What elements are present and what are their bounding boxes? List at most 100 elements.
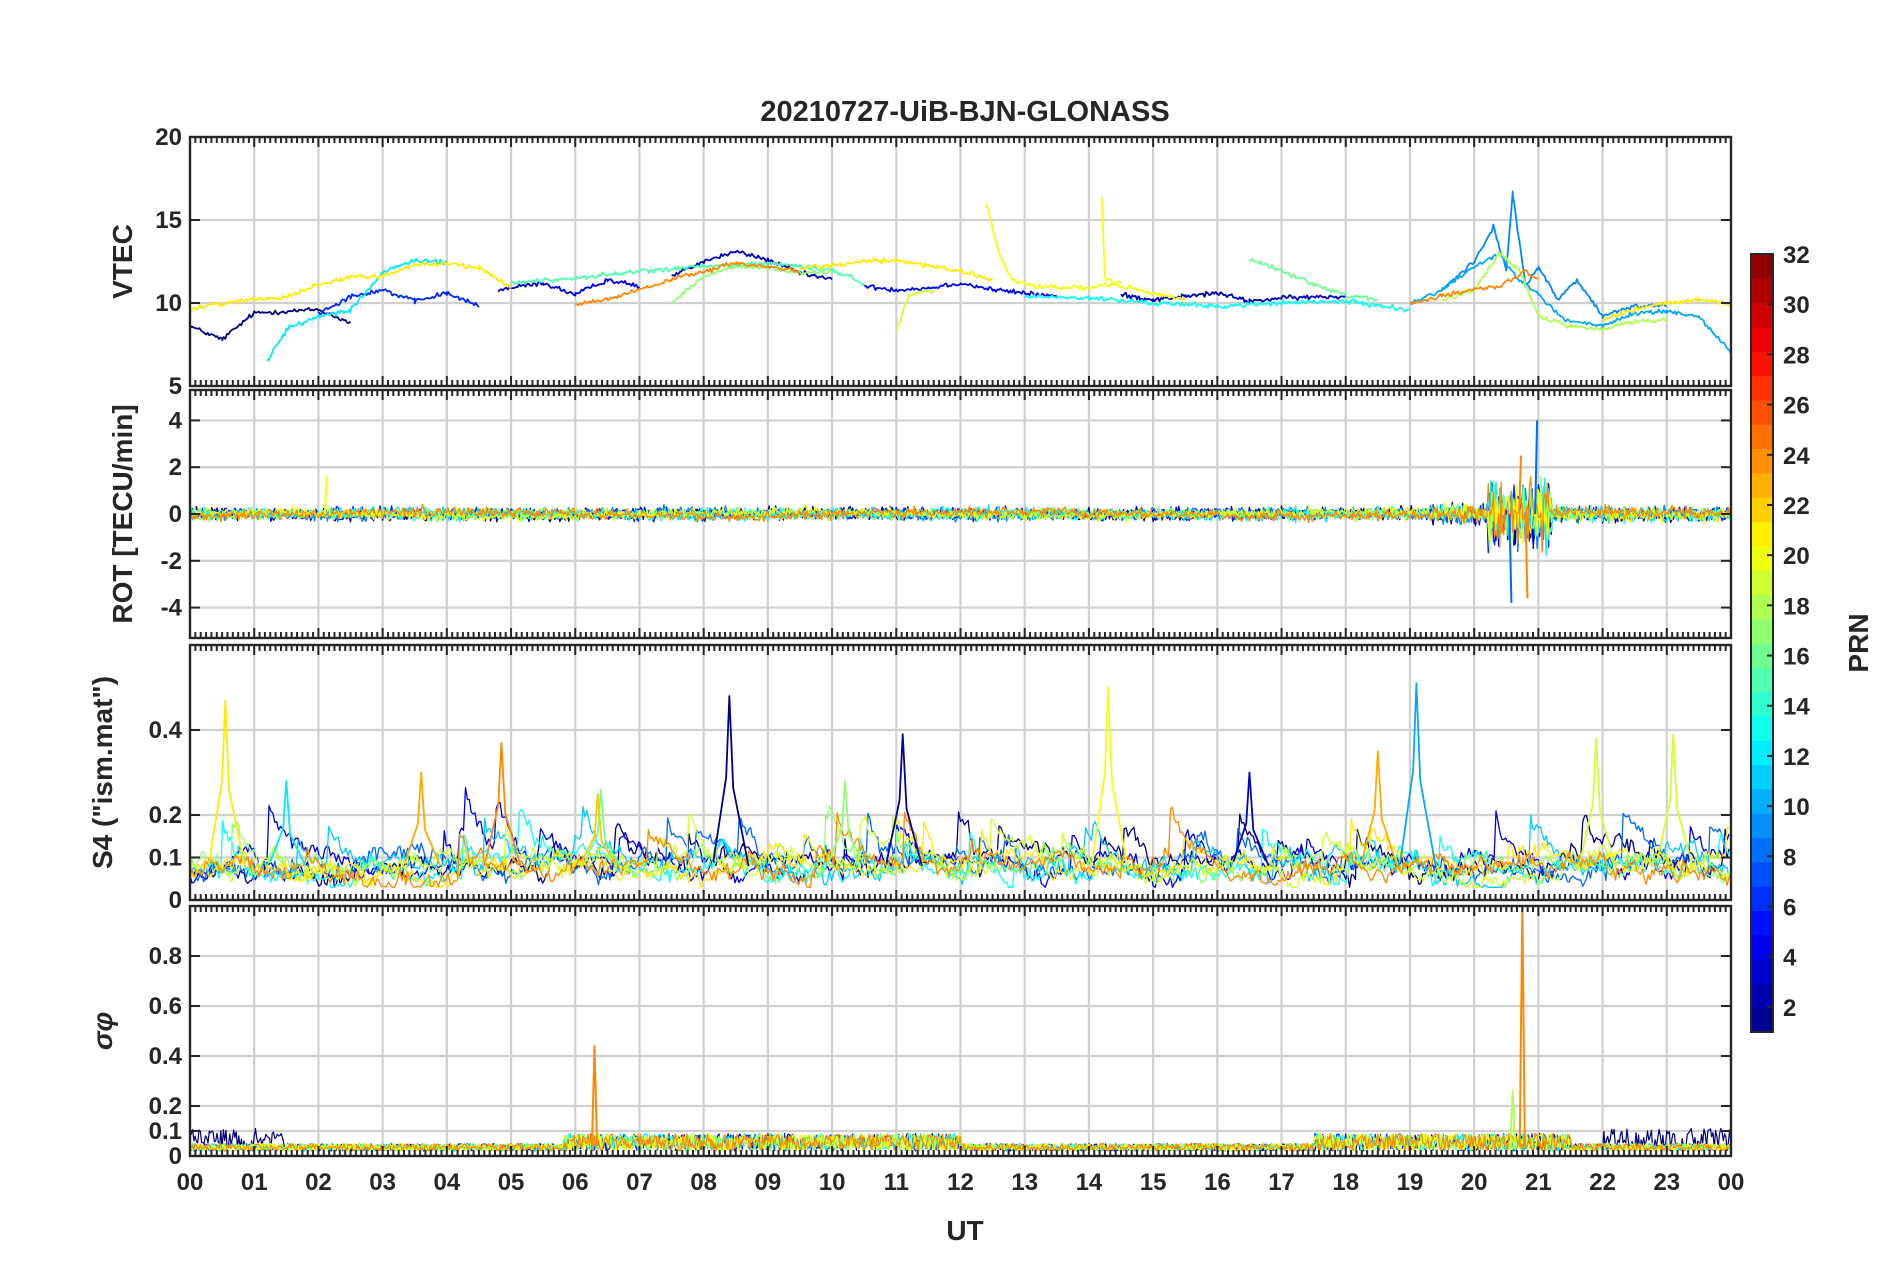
y-tick-label: 10 — [155, 290, 182, 317]
colorbar-swatch — [1751, 594, 1773, 620]
x-tick-label: 07 — [626, 1169, 653, 1196]
x-tick-label: 00 — [1718, 1169, 1745, 1196]
colorbar-swatch — [1751, 448, 1773, 474]
colorbar-swatch — [1751, 740, 1773, 766]
colorbar-swatch — [1751, 837, 1773, 863]
x-tick-label: 08 — [690, 1169, 717, 1196]
y-tick-label: 0 — [169, 501, 182, 528]
colorbar-swatch — [1751, 861, 1773, 887]
colorbar-tick-label: 26 — [1783, 393, 1810, 420]
y-tick-label: 0.4 — [149, 1043, 183, 1070]
colorbar-swatch — [1751, 472, 1773, 498]
colorbar-swatch — [1751, 570, 1773, 595]
colorbar-swatch — [1751, 959, 1773, 984]
colorbar-tick-label: 12 — [1783, 744, 1810, 771]
x-tick-label: 15 — [1140, 1169, 1167, 1196]
colorbar-tick-label: 18 — [1783, 593, 1810, 620]
y-tick-label: 0.4 — [149, 717, 183, 744]
x-tick-label: 00 — [177, 1169, 204, 1196]
colorbar-swatch — [1751, 813, 1773, 838]
chart-title: 20210727-UiB-BJN-GLONASS — [760, 96, 1169, 128]
colorbar-tick-label: 32 — [1783, 242, 1810, 269]
x-tick-label: 13 — [1011, 1169, 1038, 1196]
colorbar-tick-label: 28 — [1783, 342, 1810, 369]
panel-s4: 0 0.1 0.2 0.4 S4 ("ism.mat") — [87, 643, 1733, 914]
x-tick-label: 10 — [819, 1169, 846, 1196]
colorbar-tick-label: 6 — [1783, 895, 1796, 922]
x-tick-label: 22 — [1589, 1169, 1616, 1196]
colorbar-tick-label: 24 — [1783, 443, 1810, 470]
colorbar-swatch — [1751, 254, 1773, 279]
panel-sigma_phi: 00.10.2 0.4 0.6 0.8 σφ — [87, 904, 1733, 1170]
y-tick-label: 0.1 — [149, 1118, 182, 1145]
x-tick-label: 11 — [884, 1169, 909, 1196]
colorbar-swatch — [1751, 691, 1773, 717]
panels: 5101520VTEC-4-2024ROT [TECU/min]00.10.20… — [87, 124, 1744, 1196]
colorbar-swatch — [1751, 302, 1773, 328]
colorbar-swatch — [1751, 983, 1773, 1009]
x-tick-label: 03 — [369, 1169, 396, 1196]
y-tick-label: 0.2 — [149, 1093, 182, 1120]
x-tick-label: 04 — [433, 1169, 460, 1196]
y-axis-label: ROT [TECU/min] — [107, 404, 138, 623]
colorbar-swatch — [1751, 424, 1773, 449]
colorbar-tick-label: 16 — [1783, 644, 1810, 671]
colorbar-swatch — [1751, 764, 1773, 790]
colorbar-swatch — [1751, 497, 1773, 522]
y-tick-label: 0.2 — [149, 802, 182, 829]
y-tick-label: 0 — [169, 1143, 182, 1170]
x-tick-label: 21 — [1525, 1169, 1552, 1196]
x-tick-label: 14 — [1076, 1169, 1103, 1196]
colorbar-swatch — [1751, 667, 1773, 693]
y-tick-label: 20 — [155, 124, 182, 151]
colorbar-swatch — [1751, 326, 1773, 352]
x-tick-label: 06 — [562, 1169, 589, 1196]
colorbar-tick-label: 10 — [1783, 794, 1810, 821]
colorbar-tick-label: 14 — [1783, 694, 1810, 721]
x-tick-label: 19 — [1397, 1169, 1424, 1196]
y-tick-label: 0.1 — [149, 845, 182, 872]
y-tick-label: 0.6 — [149, 993, 182, 1020]
x-tick-label: 01 — [241, 1169, 268, 1196]
colorbar-swatch — [1751, 375, 1773, 401]
colorbar-tick-label: 4 — [1783, 945, 1797, 972]
colorbar: 2468101214161820222426283032PRN — [1750, 242, 1874, 1033]
x-tick-label: 17 — [1268, 1169, 1295, 1196]
y-axis-label: S4 ("ism.mat") — [87, 676, 118, 869]
colorbar-swatch — [1751, 545, 1773, 571]
colorbar-swatch — [1751, 788, 1773, 814]
colorbar-label: PRN — [1843, 613, 1874, 672]
colorbar-swatch — [1751, 278, 1773, 304]
y-tick-label: 0 — [169, 887, 182, 914]
y-tick-label: 4 — [169, 407, 183, 434]
y-tick-label: 2 — [169, 454, 182, 481]
figure: 20210727-UiB-BJN-GLONASS 5101520VTEC-4-2… — [87, 96, 1874, 1246]
x-tick-label: 09 — [755, 1169, 782, 1196]
panel-rot: -4 -2 0 2 4 ROT [TECU/min] — [107, 388, 1733, 640]
x-tick-label: 20 — [1461, 1169, 1488, 1196]
x-tick-label: 12 — [947, 1169, 974, 1196]
x-tick-label: 05 — [498, 1169, 525, 1196]
colorbar-swatch — [1751, 521, 1773, 547]
y-tick-label: 0.8 — [149, 943, 182, 970]
x-tick-label: 16 — [1204, 1169, 1231, 1196]
y-tick-label: 5 — [169, 373, 182, 400]
y-tick-label: -4 — [161, 595, 183, 622]
colorbar-tick-label: 22 — [1783, 493, 1810, 520]
colorbar-swatch — [1751, 1007, 1773, 1033]
x-tick-label: 02 — [305, 1169, 332, 1196]
y-tick-label: 15 — [155, 207, 182, 234]
panel-vtec: 5 10 15 20 VTEC — [107, 124, 1733, 400]
colorbar-tick-label: 2 — [1783, 995, 1796, 1022]
colorbar-swatch — [1751, 910, 1773, 936]
colorbar-swatch — [1751, 618, 1773, 644]
x-axis-label: UT — [946, 1215, 983, 1246]
colorbar-tick-label: 30 — [1783, 292, 1810, 319]
x-tick-label: 18 — [1332, 1169, 1359, 1196]
colorbar-tick-label: 8 — [1783, 844, 1796, 871]
y-axis-label: VTEC — [107, 224, 138, 299]
colorbar-tick-label: 20 — [1783, 543, 1810, 570]
y-tick-label: -2 — [161, 548, 182, 575]
y-axis-label: σφ — [87, 1012, 118, 1050]
colorbar-swatch — [1751, 715, 1773, 741]
